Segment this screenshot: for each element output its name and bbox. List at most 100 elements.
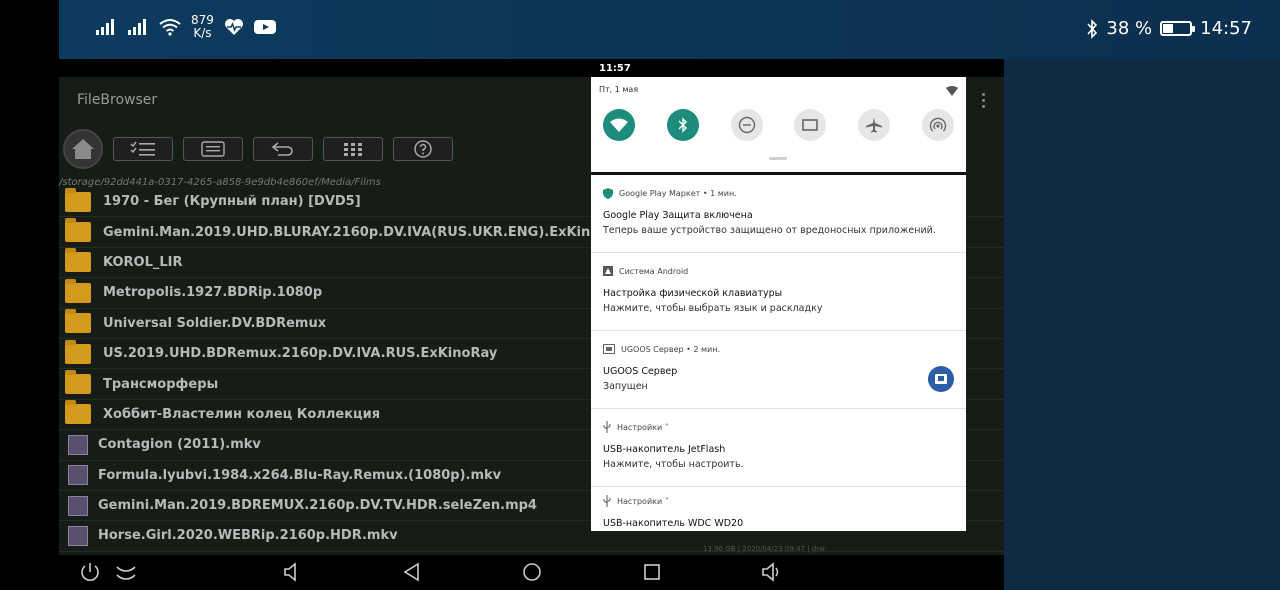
help-icon (414, 140, 432, 158)
usb-icon (603, 495, 611, 507)
clock: 14:57 (1200, 18, 1252, 39)
notification-app: Google Play Маркет • 1 мин. (619, 188, 737, 198)
notification-text: Нажмите, чтобы выбрать язык и раскладку (603, 303, 823, 314)
file-name: Contagion (2011).mkv (98, 437, 261, 453)
expand-handle[interactable] (769, 157, 787, 160)
airplane-mode-tile[interactable] (858, 109, 891, 141)
network-speed: 879 K/s (191, 14, 214, 40)
video-file-icon (68, 525, 88, 546)
recents-icon[interactable] (641, 561, 663, 583)
folder-icon (65, 218, 91, 243)
list-icon (201, 141, 225, 157)
notification-text: Нажмите, чтобы настроить. (603, 459, 744, 470)
heart-pulse-icon (224, 19, 243, 35)
screen-tile[interactable] (794, 109, 827, 141)
collapse-icon[interactable] (115, 561, 137, 583)
bluetooth-tile[interactable] (666, 109, 699, 141)
ugoos-icon (603, 344, 615, 354)
folder-icon (65, 248, 91, 273)
file-name: Трансморферы (103, 376, 219, 392)
notification-text: Запущен (603, 381, 648, 392)
file-name: Formula.lyubvi.1984.x264.Blu-Ray.Remux.(… (98, 467, 502, 483)
ugoos-app-icon (928, 366, 954, 392)
notification-play-protect[interactable]: Google Play Маркет • 1 мин. Google Play … (591, 175, 966, 253)
notification-text: Теперь ваше устройство защищено от вредо… (603, 225, 936, 236)
hotspot-tile[interactable] (921, 109, 954, 141)
folder-icon (65, 278, 91, 303)
battery-percent: 38 % (1106, 18, 1153, 39)
notification-title: Настройка физической клавиатуры (603, 288, 783, 299)
status-bar: 879 K/s 38 % 14:57 (59, 0, 1280, 59)
android-system-icon (603, 266, 613, 276)
notification-header: UGOOS Сервер • 2 мин. (603, 343, 954, 355)
shield-icon (603, 187, 613, 199)
notification-title: USB-накопитель WDC WD20 (603, 518, 744, 529)
do-not-disturb-icon (738, 116, 755, 134)
video-file-icon (68, 434, 88, 455)
checklist-icon (130, 141, 155, 156)
select-button[interactable] (113, 137, 173, 161)
folder-icon (65, 309, 91, 334)
notification-usb-jetflash[interactable]: Настройки ˅ USB-накопитель JetFlash Нажм… (591, 409, 966, 487)
quick-settings: Пт, 1 мая (591, 77, 966, 172)
folder-icon (65, 187, 91, 212)
bluetooth-icon (678, 117, 687, 133)
screen-icon (802, 119, 819, 131)
airplane-icon (866, 117, 883, 133)
usb-icon (603, 421, 611, 433)
home-button[interactable] (63, 129, 103, 169)
home-nav-icon[interactable] (521, 561, 543, 583)
volume-up-icon[interactable] (759, 561, 783, 583)
notification-header: Система Android (603, 265, 954, 277)
folder-icon (65, 339, 91, 364)
storage-info: 13.96 GB | 2020/04/23 09:47 | drw (703, 545, 825, 553)
toolbar (63, 129, 453, 169)
notification-ugoos[interactable]: UGOOS Сервер • 2 мин. UGOOS Сервер Запущ… (591, 331, 966, 409)
notification-keyboard[interactable]: Система Android Настройка физической кла… (591, 253, 966, 331)
notification-title: UGOOS Сервер (603, 366, 678, 377)
grid-view-button[interactable] (323, 137, 383, 161)
file-name: Gemini.Man.2019.BDREMUX.2160p.DV.TV.HDR.… (98, 498, 537, 514)
server-icon (935, 374, 947, 384)
status-right: 38 % 14:57 (1086, 18, 1252, 39)
video-file-icon (68, 465, 88, 486)
more-options-icon[interactable] (982, 93, 986, 111)
notification-usb-wdc[interactable]: Настройки ˅ USB-накопитель WDC WD20 (591, 487, 966, 531)
signal-icon (128, 19, 146, 35)
qs-date: Пт, 1 мая (599, 85, 639, 94)
wifi-icon (610, 118, 628, 132)
notification-app: Настройки ˅ (617, 496, 669, 506)
file-name: KOROL_LIR (103, 254, 183, 270)
notification-app: Система Android (619, 266, 689, 276)
file-name: US.2019.UHD.BDRemux.2160p.DV.IVA.RUS.ExK… (103, 346, 498, 362)
notification-shade: 11:57 Пт, 1 мая Google Play Маркет • 1 м… (591, 60, 966, 531)
notification-title: Google Play Защита включена (603, 210, 753, 221)
folder-icon (65, 400, 91, 425)
notification-app: Настройки ˅ (617, 422, 669, 432)
file-name: Horse.Girl.2020.WEBRip.2160p.HDR.mkv (98, 528, 398, 544)
file-name: Gemini.Man.2019.UHD.BLURAY.2160p.DV.IVA(… (103, 224, 651, 240)
hotspot-icon (929, 117, 947, 132)
background-panel (1004, 0, 1280, 590)
file-name: Хоббит-Властелин колец Коллекция (103, 406, 381, 422)
wifi-tile[interactable] (603, 109, 635, 141)
quick-settings-tiles (603, 109, 954, 141)
list-view-button[interactable] (183, 137, 243, 161)
volume-down-icon[interactable] (281, 561, 303, 583)
power-icon[interactable] (79, 561, 101, 583)
back-icon[interactable] (401, 561, 423, 583)
help-button[interactable] (393, 137, 453, 161)
notification-header: Настройки ˅ (603, 421, 954, 433)
app-title: FileBrowser (77, 92, 158, 108)
back-button[interactable] (253, 137, 313, 161)
file-name: 1970 - Бег (Крупный план) [DVD5] (103, 194, 361, 210)
notification-header: Google Play Маркет • 1 мин. (603, 187, 954, 199)
undo-icon (271, 142, 293, 156)
youtube-icon (253, 20, 276, 34)
status-left: 879 K/s (95, 14, 276, 40)
folder-icon (65, 370, 91, 395)
navigation-bar (59, 555, 1004, 590)
signal-icon (96, 19, 114, 35)
notification-header: Настройки ˅ (603, 495, 954, 507)
do-not-disturb-tile[interactable] (730, 109, 763, 141)
